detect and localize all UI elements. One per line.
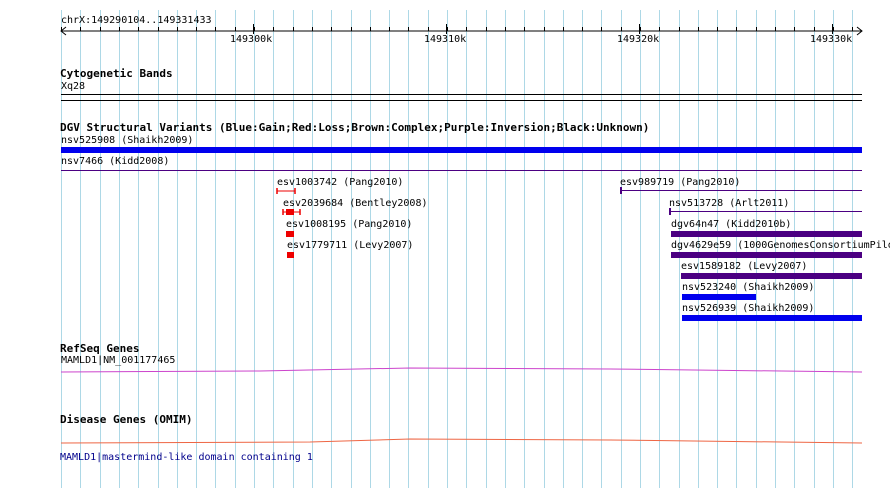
cytoband-line-top	[61, 94, 862, 95]
region-label: chrX:149290104..149331433	[61, 15, 212, 26]
variant-bar-inversion[interactable]	[671, 252, 862, 258]
tick-label-2: 149310k	[424, 34, 467, 45]
variant-bar-loss[interactable]	[282, 208, 302, 216]
variant-bar-loss[interactable]	[286, 231, 294, 237]
tick-label-1: 149300k	[230, 34, 273, 45]
variant-bar-inversion[interactable]	[671, 231, 862, 237]
variant-label[interactable]: esv1008195 (Pang2010)	[286, 219, 412, 231]
variant-label[interactable]: nsv7466 (Kidd2008)	[61, 156, 169, 168]
variant-bar-gain[interactable]	[682, 294, 756, 300]
refseq-track-title: RefSeq Genes	[60, 342, 140, 355]
variant-bar-inversion-cap	[669, 208, 671, 215]
tick-label-3: 149320k	[617, 34, 660, 45]
cytoband-line-bottom	[61, 100, 862, 101]
variant-label[interactable]: dgv64n47 (Kidd2010b)	[671, 219, 791, 231]
cytoband-track-title: Cytogenetic Bands	[60, 67, 173, 80]
variant-bar-gain[interactable]	[682, 315, 862, 321]
refseq-gene-label[interactable]: MAMLD1|NM_001177465	[61, 355, 175, 367]
variant-label[interactable]: esv1589182 (Levy2007)	[681, 261, 807, 273]
variant-label[interactable]: dgv4629e59 (1000GenomesConsortiumPilo	[671, 240, 890, 252]
variant-bar-gain[interactable]	[61, 147, 862, 153]
variant-bar-inversion[interactable]	[61, 170, 862, 171]
variant-bar-inversion-cap	[620, 187, 622, 194]
variant-label[interactable]: esv2039684 (Bentley2008)	[283, 198, 428, 210]
variant-label[interactable]: esv1779711 (Levy2007)	[287, 240, 413, 252]
variant-label[interactable]: nsv523240 (Shaikh2009)	[682, 282, 814, 294]
variant-label[interactable]: nsv526939 (Shaikh2009)	[682, 303, 814, 315]
dgv-track-title: DGV Structural Variants (Blue:Gain;Red:L…	[60, 121, 650, 134]
variant-label[interactable]: esv989719 (Pang2010)	[620, 177, 740, 189]
variant-bar-inversion[interactable]	[620, 190, 862, 191]
variant-label[interactable]: nsv513728 (Arlt2011)	[669, 198, 789, 210]
tick-label-4: 149330k	[810, 34, 853, 45]
genome-browser-view: chrX:149290104..149331433 149300k 149310…	[0, 0, 890, 488]
variant-bar-loss[interactable]	[276, 187, 296, 195]
variant-bar-inversion[interactable]	[669, 211, 862, 212]
variant-bar-loss[interactable]	[287, 252, 294, 258]
variant-label[interactable]: nsv525908 (Shaikh2009)	[61, 135, 193, 147]
omim-track-title: Disease Genes (OMIM)	[60, 413, 193, 426]
cytoband-label: Xq28	[61, 81, 86, 92]
variant-bar-inversion[interactable]	[681, 273, 862, 279]
omim-gene-link[interactable]: MAMLD1|mastermind-like domain containing…	[60, 452, 313, 464]
